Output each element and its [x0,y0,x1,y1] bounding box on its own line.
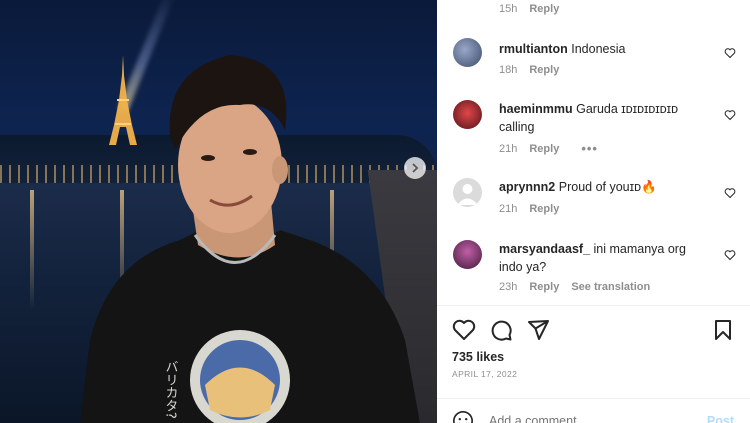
post-photo: バリカタ? [0,0,437,423]
chevron-right-icon [412,163,419,173]
comment-meta: 18h Reply [499,64,559,76]
comment-body: Proud of youɪᴅ🔥 [558,180,657,194]
reply-button[interactable]: Reply [529,203,559,215]
comment-time: 21h [499,203,518,215]
more-options-button[interactable]: ••• [581,141,598,156]
share-icon[interactable] [526,318,550,342]
reply-button[interactable]: Reply [529,281,559,293]
avatar[interactable] [453,178,482,207]
heart-icon[interactable] [724,47,736,59]
light-reflection [30,190,34,310]
comment-item: aprynnn2 Proud of youɪᴅ🔥 21h Reply [437,178,750,223]
bookmark-icon[interactable] [711,318,735,342]
comment-text: haeminmmu Garuda ɪᴅɪᴅɪᴅɪᴅɪᴅ calling [499,100,711,136]
heart-icon[interactable] [724,249,736,261]
divider [437,398,750,399]
default-avatar-icon [457,184,478,205]
avatar[interactable] [453,240,482,269]
comment-username[interactable]: marsyandaasf_ [499,242,590,256]
next-photo-button[interactable] [404,157,426,179]
svg-text:バリカタ?: バリカタ? [163,360,179,419]
see-translation-link[interactable]: See translation [571,281,650,293]
comment-icon[interactable] [489,318,513,342]
like-count[interactable]: 735 likes [452,350,504,364]
comment-username[interactable]: aprynnn2 [499,180,555,194]
reply-button[interactable]: Reply [529,64,559,76]
heart-icon[interactable] [724,187,736,199]
comment-item: rmultianton Indonesia 18h Reply [437,38,750,83]
comment-username[interactable]: haeminmmu [499,102,573,116]
reply-button[interactable]: Reply [529,3,559,15]
comment-text: rmultianton Indonesia [499,40,711,58]
comment-time: 15h [499,3,518,15]
heart-icon[interactable] [452,318,476,342]
avatar[interactable] [453,100,482,129]
heart-icon[interactable] [724,109,736,121]
divider [437,305,750,306]
emoji-icon[interactable] [452,410,474,423]
action-bar [437,318,750,344]
post-date: APRIL 17, 2022 [452,369,518,379]
comment-text: aprynnn2 Proud of youɪᴅ🔥 [499,178,711,196]
comment-item: marsyandaasf_ ini mamanya org indo ya? 2… [437,239,750,299]
post-comment-button[interactable]: Post [707,414,734,423]
comment-meta: 23h Reply See translation [499,281,650,293]
comment-time: 21h [499,142,518,155]
add-comment-bar: Post [437,408,750,423]
add-comment-input[interactable] [489,414,689,423]
comment-item: haeminmmu Garuda ɪᴅɪᴅɪᴅɪᴅɪᴅ calling 21h … [437,99,750,159]
comment-meta: 21h Reply [499,203,559,215]
avatar[interactable] [453,38,482,67]
comment-body: Indonesia [571,42,626,56]
reply-button[interactable]: Reply [529,143,559,155]
comment-text: marsyandaasf_ ini mamanya org indo ya? [499,240,711,276]
comments-panel: 15h Reply rmultianton Indonesia 18h Repl… [437,0,750,423]
comment-meta: 15h Reply [499,3,559,15]
comment-username[interactable]: rmultianton [499,42,568,56]
person-figure: バリカタ? [80,55,420,423]
comment-item: 15h Reply [437,0,750,20]
comment-meta: 21h Reply ••• [499,141,598,156]
comment-time: 18h [499,64,518,76]
comment-time: 23h [499,281,518,293]
